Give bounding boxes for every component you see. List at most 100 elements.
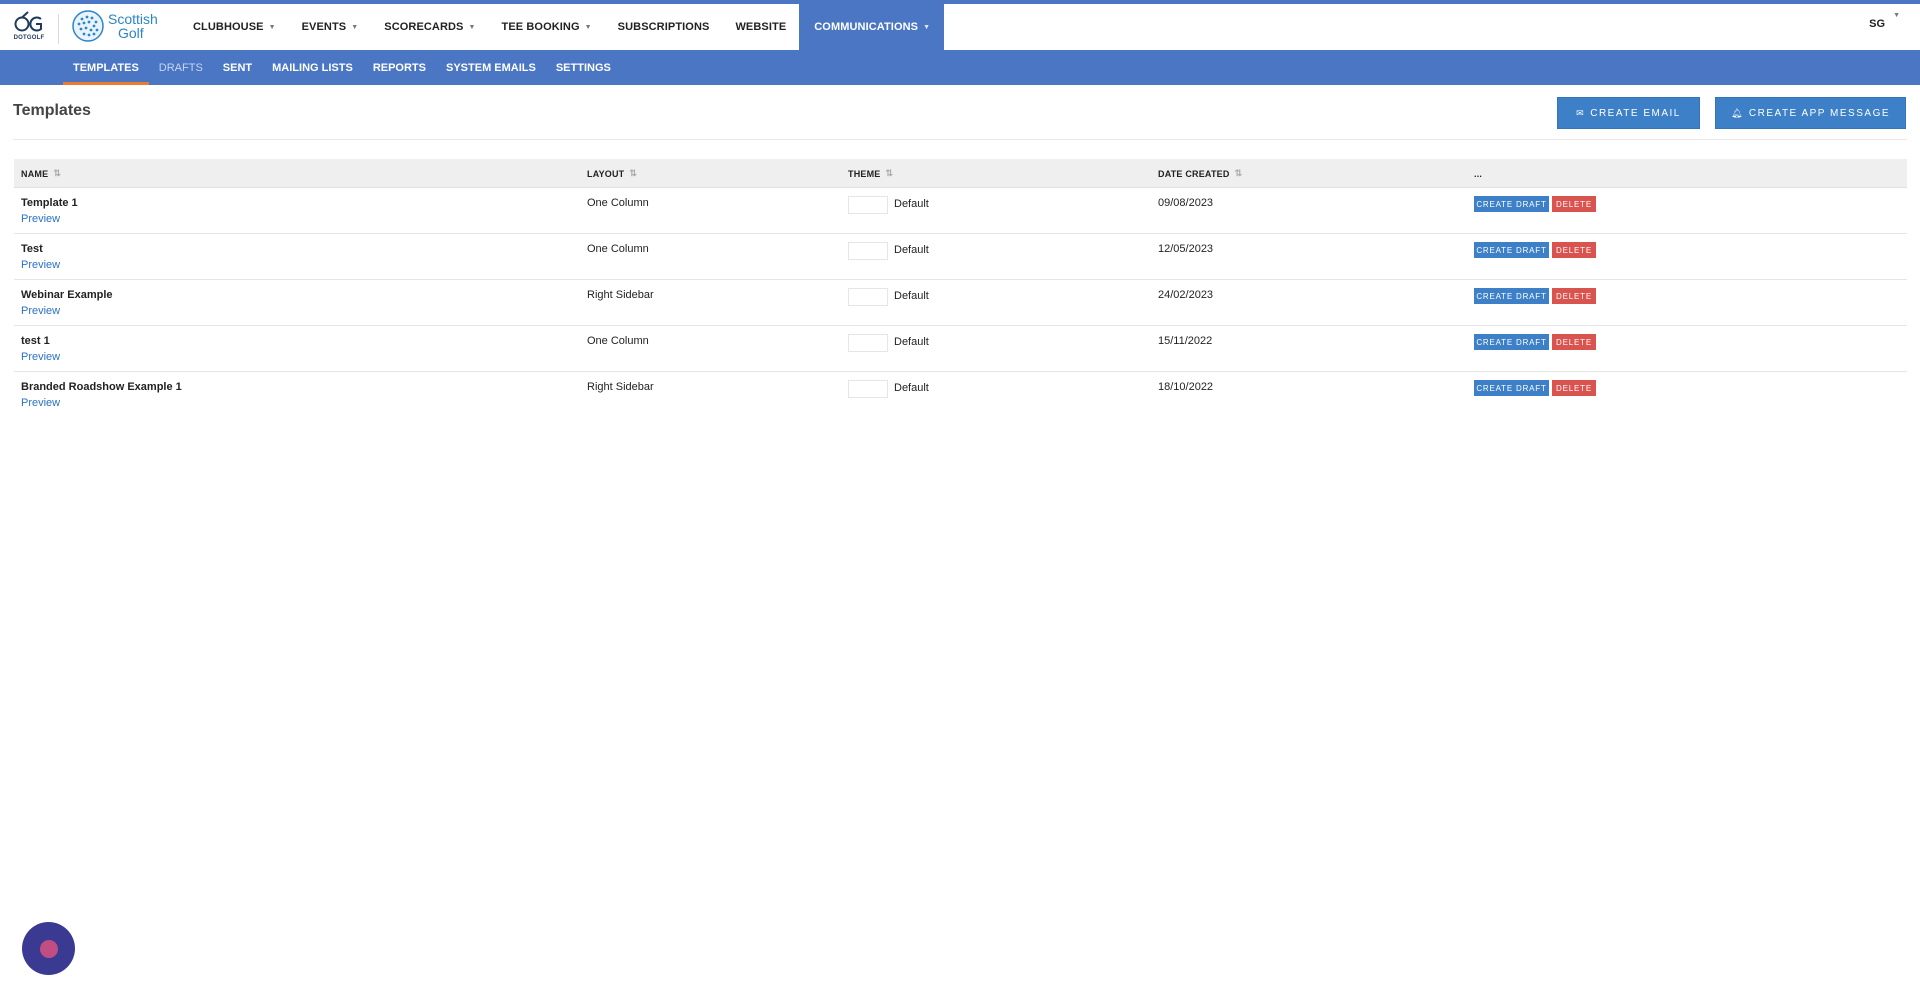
row-actions: CREATE DRAFT DELETE (1474, 334, 1596, 350)
nav-events[interactable]: EVENTS ▼ (289, 4, 372, 50)
nav-events-label: EVENTS (301, 21, 347, 33)
scottish-golf-wordmark: Scottish Golf (108, 12, 158, 40)
template-theme: Default (894, 336, 929, 348)
nav-scorecards[interactable]: SCORECARDS ▼ (371, 4, 488, 50)
sort-icon: ⇅ (885, 168, 894, 178)
subnav-templates[interactable]: TEMPLATES (63, 50, 149, 85)
subnav-system-emails[interactable]: SYSTEM EMAILS (436, 50, 546, 85)
preview-link[interactable]: Preview (21, 213, 60, 225)
sort-icon: ⇅ (1234, 168, 1243, 178)
delete-button[interactable]: DELETE (1552, 288, 1596, 304)
template-date-created: 24/02/2023 (1158, 289, 1214, 301)
nav-clubhouse[interactable]: CLUBHOUSE ▼ (180, 4, 289, 50)
top-navbar: DOTGOLF Scottish Golf CLUBHOUSE ▼ EVENTS ▼… (0, 4, 1920, 50)
create-app-message-button[interactable]: 🔔︎ CREATE APP MESSAGE (1715, 97, 1906, 129)
nav-website[interactable]: WEBSITE (722, 4, 799, 50)
template-date-created: 18/10/2022 (1158, 381, 1214, 393)
page-title: Templates (13, 102, 91, 119)
sort-icon: ⇅ (53, 168, 62, 178)
template-date-created: 12/05/2023 (1158, 243, 1214, 255)
template-name: Test (21, 243, 43, 255)
template-layout: Right Sidebar (587, 381, 654, 393)
template-theme: Default (894, 244, 929, 256)
template-date-created: 09/08/2023 (1158, 197, 1214, 209)
row-actions: CREATE DRAFT DELETE (1474, 288, 1596, 304)
main-nav: CLUBHOUSE ▼ EVENTS ▼ SCORECARDS ▼ TEE BOOKI… (180, 4, 945, 50)
subnav-mailing-lists[interactable]: MAILING LISTS (262, 50, 363, 85)
chevron-down-icon: ▼ (351, 23, 359, 31)
chevron-down-icon: ▼ (468, 23, 476, 31)
sub-nav: TEMPLATES DRAFTS SENT MAILING LISTS REPO… (63, 50, 621, 85)
dotgolf-label: DOTGOLF (13, 35, 45, 41)
row-actions: CREATE DRAFT DELETE (1474, 196, 1596, 212)
create-app-message-label: CREATE APP MESSAGE (1748, 107, 1891, 119)
title-divider (13, 139, 1907, 140)
column-header-theme[interactable]: THEME ⇅ (848, 159, 893, 188)
column-header-theme-label: THEME (848, 168, 881, 179)
dotgolf-mark-icon (14, 11, 42, 32)
column-header-layout[interactable]: LAYOUT ⇅ (587, 159, 637, 188)
chevron-down-icon: ▼ (584, 23, 592, 31)
preview-link[interactable]: Preview (21, 305, 60, 317)
template-layout: One Column (587, 335, 649, 347)
subnav-sent[interactable]: SENT (213, 50, 262, 85)
subnav-drafts[interactable]: DRAFTS (149, 50, 213, 85)
nav-tee-booking[interactable]: TEE BOOKING ▼ (489, 4, 605, 50)
create-email-button[interactable]: ✉ CREATE EMAIL (1557, 97, 1700, 129)
table-row: Template 1 Preview One Column Default 09… (14, 188, 1907, 234)
subnav-settings[interactable]: SETTINGS (546, 50, 621, 85)
delete-button[interactable]: DELETE (1552, 334, 1596, 350)
nav-communications-label: COMMUNICATIONS (814, 21, 919, 33)
table-row: Branded Roadshow Example 1 Preview Right… (14, 372, 1907, 418)
column-header-actions: ... (1474, 159, 1482, 188)
nav-subscriptions[interactable]: SUBSCRIPTIONS (605, 4, 723, 50)
create-draft-button[interactable]: CREATE DRAFT (1474, 334, 1549, 350)
user-menu[interactable]: SG ▼ (1869, 12, 1900, 30)
column-header-date-created[interactable]: DATE CREATED ⇅ (1158, 159, 1242, 188)
user-initials: SG (1869, 18, 1886, 30)
chat-widget-button[interactable] (22, 922, 75, 975)
column-header-name-label: NAME (21, 168, 49, 179)
template-layout: One Column (587, 243, 649, 255)
create-draft-button[interactable]: CREATE DRAFT (1474, 288, 1549, 304)
template-name: test 1 (21, 335, 50, 347)
template-name: Template 1 (21, 197, 78, 209)
template-theme: Default (894, 382, 929, 394)
delete-button[interactable]: DELETE (1552, 380, 1596, 396)
subnav-reports[interactable]: REPORTS (363, 50, 436, 85)
delete-button[interactable]: DELETE (1552, 242, 1596, 258)
chat-bubble-icon (39, 939, 58, 958)
table-header: NAME ⇅ LAYOUT ⇅ THEME ⇅ DATE CREATED ⇅ ... (14, 159, 1907, 188)
template-date-created: 15/11/2022 (1158, 335, 1213, 347)
nav-scorecards-label: SCORECARDS (384, 21, 464, 33)
nav-communications[interactable]: COMMUNICATIONS ▼ (799, 4, 945, 50)
logo-divider (58, 14, 59, 44)
template-name: Webinar Example (21, 289, 113, 301)
theme-swatch (848, 242, 888, 260)
dotgolf-logo[interactable]: DOTGOLF (12, 10, 46, 46)
preview-link[interactable]: Preview (21, 351, 60, 363)
chevron-down-icon: ▼ (923, 23, 931, 31)
row-actions: CREATE DRAFT DELETE (1474, 380, 1596, 396)
template-layout: Right Sidebar (587, 289, 654, 301)
create-draft-button[interactable]: CREATE DRAFT (1474, 242, 1549, 258)
delete-button[interactable]: DELETE (1552, 196, 1596, 212)
scottish-golf-logo[interactable]: Scottish Golf (72, 10, 158, 42)
create-draft-button[interactable]: CREATE DRAFT (1474, 196, 1549, 212)
create-email-label: CREATE EMAIL (1590, 107, 1681, 119)
row-actions: CREATE DRAFT DELETE (1474, 242, 1596, 258)
preview-link[interactable]: Preview (21, 259, 60, 271)
theme-swatch (848, 288, 888, 306)
nav-website-label: WEBSITE (735, 21, 787, 33)
table-row: test 1 Preview One Column Default 15/11/… (14, 326, 1907, 372)
bell-icon: 🔔︎ (1730, 107, 1744, 118)
template-name: Branded Roadshow Example 1 (21, 381, 182, 393)
sub-navbar: TEMPLATES DRAFTS SENT MAILING LISTS REPO… (0, 50, 1920, 85)
create-draft-button[interactable]: CREATE DRAFT (1474, 380, 1549, 396)
nav-clubhouse-label: CLUBHOUSE (193, 21, 264, 33)
preview-link[interactable]: Preview (21, 397, 60, 409)
nav-tee-booking-label: TEE BOOKING (501, 21, 580, 33)
table-row: Webinar Example Preview Right Sidebar De… (14, 280, 1907, 326)
column-header-name[interactable]: NAME ⇅ (21, 159, 61, 188)
scottish-golf-globe-icon (72, 10, 104, 42)
